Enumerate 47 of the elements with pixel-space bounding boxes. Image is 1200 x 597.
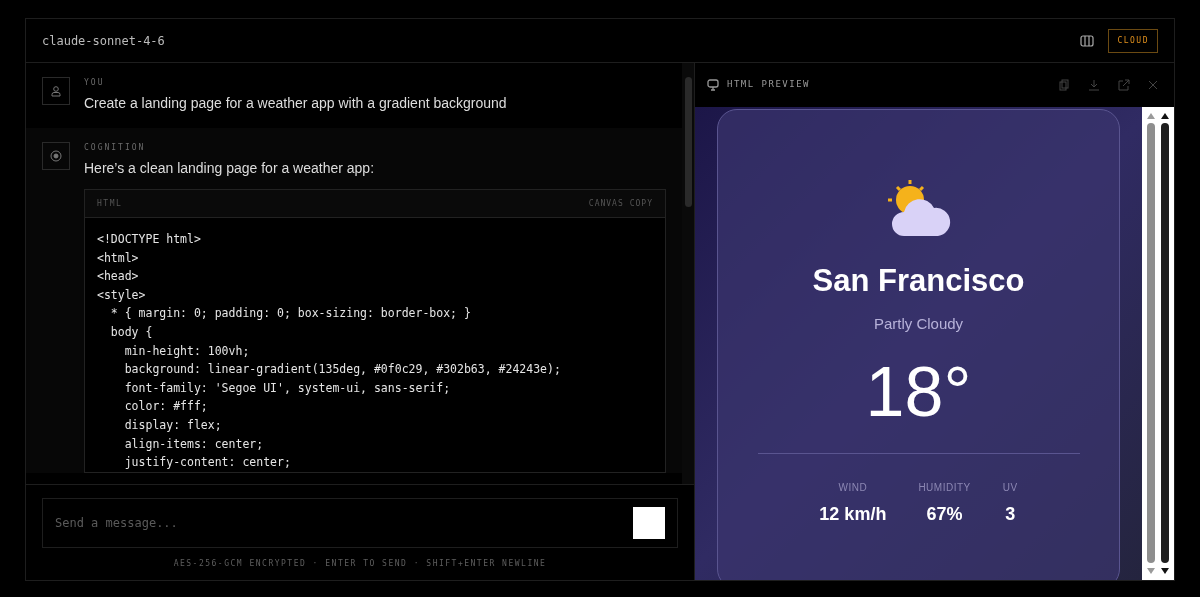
- code-line: <head>: [97, 268, 140, 286]
- role-label: YOU: [84, 77, 106, 89]
- code-line: font-family: 'Segoe UI', system-ui, sans-serif;: [123, 379, 452, 397]
- code-line: body {: [109, 323, 154, 341]
- code-action-button[interactable]: CANVAS: [588, 197, 624, 210]
- stat-value: 12 km/h: [819, 503, 887, 526]
- stat-value: 67%: [926, 503, 963, 526]
- chat-scrollbar[interactable]: [682, 63, 694, 484]
- message-text: Create a landing page for a weather app with a gradient background: [84, 94, 508, 113]
- code-line: min-height: 100vh;: [123, 342, 251, 360]
- code-line: background: linear-gradient(135deg, #0f0c29, #302b63, #24243e);: [123, 361, 562, 379]
- temperature: 18°: [865, 357, 972, 427]
- code-language: HTML: [97, 197, 123, 210]
- person-icon: [50, 85, 62, 97]
- columns-icon[interactable]: [1080, 34, 1095, 47]
- scrollbar-drawing[interactable]: [1159, 111, 1171, 576]
- monitor-icon: [707, 79, 719, 91]
- code-line: * { margin: 0; padding: 0; box-sizing: border-box; }: [109, 305, 472, 323]
- composer-hint: AES-256-GCM ENCRYPTED · ENTER TO SEND · SHIFT+ENTER NEWLINE: [172, 558, 548, 570]
- code-line: <!DOCTYPE html>: [97, 231, 202, 248]
- stat-value: 3: [1005, 503, 1016, 526]
- code-line: <html>: [97, 249, 140, 267]
- close-icon[interactable]: [1148, 80, 1158, 90]
- code-line: justify-content: center;: [123, 454, 292, 472]
- code-line: display: flex;: [123, 416, 223, 434]
- stat-label: HUMIDITY: [918, 481, 971, 495]
- scrollbar-drawing[interactable]: [1145, 111, 1157, 576]
- city-name: San Francisco: [812, 262, 1025, 300]
- copy-icon[interactable]: [1058, 79, 1070, 91]
- message-field[interactable]: Send a message...: [42, 498, 678, 548]
- model-name: claude-sonnet-4-6: [42, 32, 165, 50]
- code-line: align-items: center;: [123, 435, 265, 453]
- download-icon[interactable]: [1088, 79, 1100, 91]
- external-link-icon[interactable]: [1118, 79, 1130, 91]
- code-action-button[interactable]: COPY: [629, 197, 653, 210]
- weather-condition: Partly Cloudy: [873, 313, 964, 334]
- preview-title: HTML PREVIEW: [727, 78, 811, 92]
- code-line: color: #fff;: [123, 398, 209, 416]
- target-icon: [50, 150, 62, 162]
- cloud-badge: CLOUD: [1108, 28, 1158, 53]
- sun-cloud-icon: [885, 178, 952, 238]
- message-text: Here’s a clean landing page for a weather app:: [84, 159, 376, 178]
- message-input[interactable]: Send a message...: [55, 514, 633, 532]
- stat-label: UV: [1002, 481, 1018, 495]
- code-line: <style>: [97, 286, 147, 304]
- stat-label: WIND: [838, 481, 868, 495]
- role-label: COGNITION: [84, 142, 147, 154]
